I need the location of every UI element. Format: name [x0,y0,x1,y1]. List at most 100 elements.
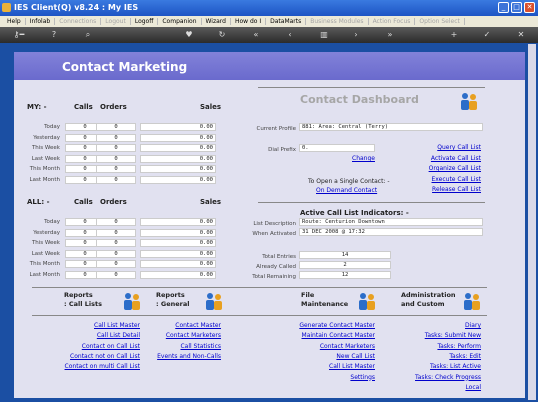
section-link[interactable]: Contact Master [175,322,221,329]
section-link[interactable]: Contact on multi Call List [65,363,140,370]
stat-sales-value: 0.00 [140,133,216,142]
menu-item[interactable]: Connections [55,18,102,25]
section-link[interactable]: Events and Non-Calls [157,353,221,360]
heart-icon[interactable]: ♥ [183,29,195,41]
menu-item[interactable]: Wizard [202,18,231,25]
cancel-icon[interactable]: ✕ [515,29,527,41]
menu-item[interactable]: Help [3,18,26,25]
menu-item[interactable]: Business Modules [306,18,369,25]
section-link[interactable]: Call Statistics [180,343,221,350]
menu-item[interactable]: DataMarts [266,18,307,25]
menu-item[interactable]: Option Select [415,18,465,25]
already-called-label: Already Called [256,264,296,270]
menu-item[interactable]: Logout [101,18,131,25]
close-button[interactable]: ✕ [524,2,535,13]
back-icon[interactable]: ‹ [284,29,296,41]
section-link[interactable]: New Call List [336,353,375,360]
section-subtitle: Maintenance [301,300,349,308]
fast-forward-icon[interactable]: » [384,29,396,41]
all-calls-header: Calls [74,198,93,206]
forward-icon[interactable]: › [350,29,362,41]
section-link[interactable]: Call List Master [94,322,140,329]
section-link[interactable]: Tasks: List Active [430,363,481,370]
stat-sales-value: 0.00 [140,249,216,258]
section-link[interactable]: Tasks: Check Progress [415,374,481,381]
stat-sales-value: 0.00 [140,144,216,152]
dial-prefix-field[interactable]: 0. [299,144,375,152]
stat-sales-value: 0.00 [140,123,216,131]
dashboard-link[interactable]: Release Call List [432,186,481,193]
section-link[interactable]: Tasks: Perform [437,343,481,350]
stat-row-label: This Month [29,261,60,267]
section-link[interactable]: Tasks: Edit [449,353,481,360]
check-icon[interactable]: ✓ [481,29,493,41]
indicators-title: Active Call List Indicators: - [300,209,409,217]
section-link[interactable]: Contact not on Call List [70,353,140,360]
stat-row-label: Last Week [31,155,60,162]
dashboard-link[interactable]: Organize Call List [429,165,481,172]
menu-item[interactable]: Action Focus [369,18,416,25]
stat-orders-value: 0 [96,154,136,163]
people-icon [359,293,375,310]
maximize-button[interactable]: □ [511,2,522,13]
stat-row-label: Yesterday [33,134,60,141]
dial-prefix-label: Dial Prefix [268,147,296,153]
section-link[interactable]: Settings [350,374,375,381]
section-link[interactable]: Local [465,384,481,391]
section-title: Reports [156,291,185,299]
already-called-field: 2 [299,261,391,269]
section-link[interactable]: Diary [465,322,481,329]
rewind-icon[interactable]: « [250,29,262,41]
section-link[interactable]: Call List Detail [97,332,140,339]
menu-item[interactable]: Infolab [26,18,56,25]
all-sales-header: Sales [200,198,222,206]
stat-sales-value: 0.00 [140,218,216,226]
list-description-field: Route: Centurion Downtown [299,218,483,226]
stat-row-label: Today [44,219,60,225]
stat-orders-value: 0 [96,144,136,152]
people-icon [464,293,480,310]
total-entries-label: Total Entries [262,254,296,260]
section-link[interactable]: Contact on Call List [82,343,140,350]
stat-row-label: Last Month [29,271,60,278]
trash-icon[interactable]: ▥ [318,29,330,41]
section-subtitle: : General [156,300,190,308]
list-description-label: List Description [253,221,296,227]
section-link[interactable]: Contact Marketers [166,332,221,339]
current-profile-label: Current Profile [256,126,296,132]
section-link[interactable]: Tasks: Submit New [425,332,481,339]
section-link[interactable]: Generate Contact Master [299,322,375,329]
section-link[interactable]: Call List Master [329,363,375,370]
my-sales-header: Sales [200,103,222,111]
add-icon[interactable]: + [448,29,460,41]
when-activated-label: When Activated [252,231,296,237]
change-link[interactable]: Change [352,155,375,162]
section-subtitle: : Call Lists [64,300,102,308]
app-icon [2,3,11,12]
stat-sales-value: 0.00 [140,228,216,237]
scrollbar[interactable] [528,44,536,400]
menu-item[interactable]: Logoff [131,18,159,25]
help-icon[interactable]: ? [48,29,60,41]
dashboard-title: Contact Dashboard [300,93,419,106]
key-icon[interactable]: ⚷━ [8,29,30,41]
menu-bar: Help Infolab Connections Logout Logoff Compan… [0,16,538,27]
menu-item[interactable]: Companion [158,18,202,25]
refresh-icon[interactable]: ↻ [216,29,228,41]
section-link[interactable]: Contact Marketers [320,343,375,350]
dashboard-link[interactable]: Query Call List [437,144,481,151]
section-link[interactable]: Maintain Contact Master [302,332,375,339]
when-activated-field: 31 DEC 2008 @ 17:32 [299,228,483,236]
menu-item[interactable]: How do I [231,18,267,25]
on-demand-contact-link[interactable]: On Demand Contact [316,187,377,194]
dashboard-link[interactable]: Execute Call List [432,176,482,183]
stat-orders-value: 0 [96,239,136,247]
minimize-button[interactable]: _ [498,2,509,13]
search-icon[interactable]: ⌕ [82,29,94,41]
current-profile-field[interactable]: 881: Area: Central (Terry) [299,123,483,131]
stat-sales-value: 0.00 [140,270,216,279]
stat-orders-value: 0 [96,228,136,237]
dashboard-link[interactable]: Activate Call List [431,155,481,162]
window-controls: _ □ ✕ [498,2,535,13]
stat-orders-value: 0 [96,249,136,258]
